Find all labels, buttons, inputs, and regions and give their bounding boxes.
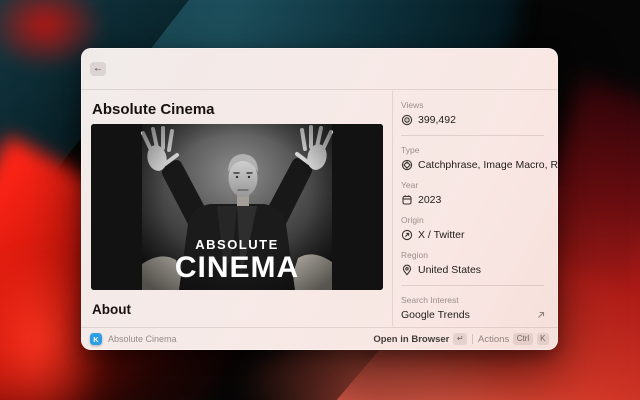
year-row: 2023 <box>401 193 558 206</box>
detail-pane: Absolute Cinema <box>81 91 392 326</box>
meme-caption-bottom: CINEMA <box>175 251 299 284</box>
open-in-browser-label: Open in Browser <box>373 334 449 345</box>
action-bar: K Absolute Cinema Open in Browser ↵ Acti… <box>81 327 558 350</box>
external-link-icon <box>536 310 546 320</box>
meme-image-graphic: ABSOLUTE CINEMA <box>91 124 383 290</box>
footer-divider <box>472 334 473 344</box>
origin-value: X / Twitter <box>418 229 465 241</box>
extension-icon: K <box>90 333 102 345</box>
back-arrow-icon: ← <box>93 64 103 74</box>
compass-icon <box>401 229 413 241</box>
region-label: Region <box>401 250 558 260</box>
open-in-browser-button[interactable]: Open in Browser ↵ <box>373 333 467 345</box>
google-trends-value: Google Trends <box>401 309 470 321</box>
ctrl-key-badge: Ctrl <box>513 333 532 345</box>
meme-image: ABSOLUTE CINEMA <box>91 124 383 290</box>
back-button[interactable]: ← <box>90 62 106 76</box>
enter-key-badge: ↵ <box>453 333 467 345</box>
actions-label: Actions <box>478 334 509 345</box>
google-trends-link[interactable]: Google Trends <box>401 308 558 321</box>
metadata-sidebar: Views 399,492 Type Catchphrase, Image Ma… <box>393 91 558 326</box>
window-body: Absolute Cinema <box>81 91 558 326</box>
type-row: Catchphrase, Image Macro, Reaction <box>401 158 558 171</box>
meme-caption-top: ABSOLUTE <box>195 237 279 252</box>
origin-row: X / Twitter <box>401 228 558 241</box>
year-value: 2023 <box>418 194 441 206</box>
window-header: ← <box>81 48 558 90</box>
region-row: United States <box>401 263 558 276</box>
year-label: Year <box>401 180 558 190</box>
views-eye-icon <box>401 114 413 126</box>
type-label: Type <box>401 145 558 155</box>
extension-icon-letter: K <box>93 335 98 344</box>
search-interest-label: Search Interest <box>401 295 558 305</box>
type-value: Catchphrase, Image Macro, Reaction <box>418 159 558 171</box>
origin-label: Origin <box>401 215 558 225</box>
calendar-icon <box>401 194 413 206</box>
divider <box>401 285 544 286</box>
footer-item-title: Absolute Cinema <box>108 334 177 344</box>
region-value: United States <box>418 264 481 276</box>
location-pin-icon <box>401 264 413 276</box>
page-title: Absolute Cinema <box>92 101 215 118</box>
tag-icon <box>401 159 413 171</box>
footer-actions: Open in Browser ↵ Actions Ctrl K <box>373 333 549 345</box>
launcher-window: ← Absolute Cinema <box>81 48 558 350</box>
about-heading: About <box>92 302 131 317</box>
views-row: 399,492 <box>401 113 558 126</box>
views-value: 399,492 <box>418 114 456 126</box>
actions-menu-button[interactable]: Actions Ctrl K <box>478 333 549 345</box>
divider <box>401 135 544 136</box>
views-label: Views <box>401 100 558 110</box>
k-key-badge: K <box>537 333 549 345</box>
